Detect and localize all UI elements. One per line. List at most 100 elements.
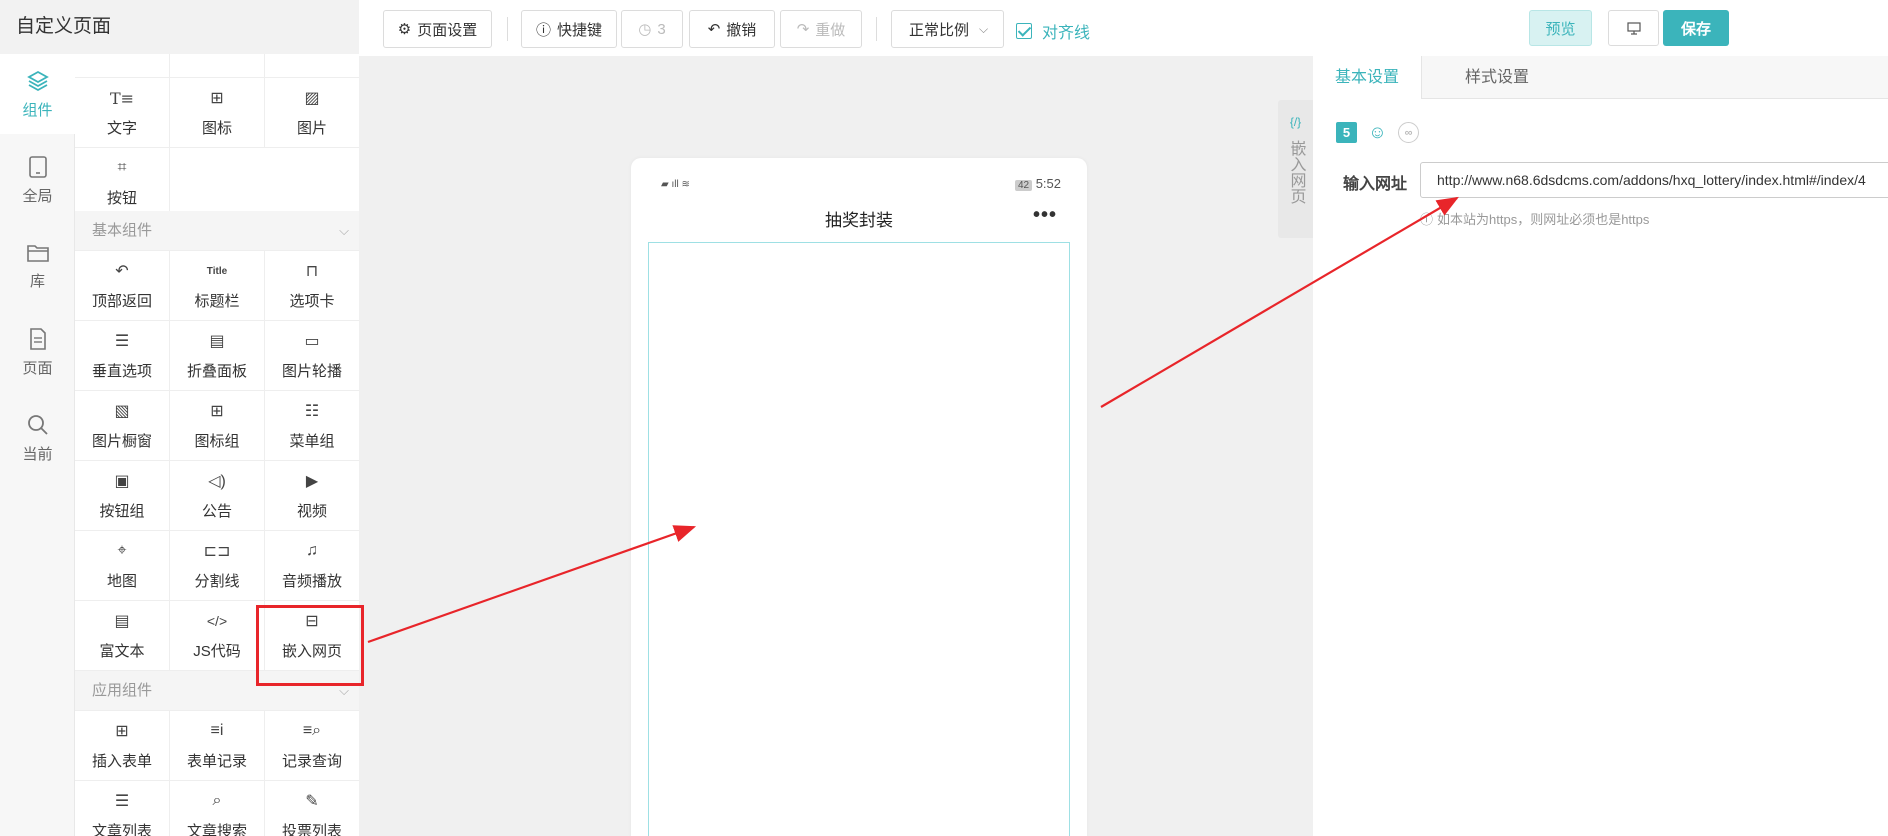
tab-basic-settings[interactable]: 基本设置 [1313,56,1423,99]
component-article-search[interactable]: ⌕ 文章搜索 [170,781,265,836]
component-video[interactable]: ▶ 视频 [265,461,359,531]
divider-icon: ⊏⊐ [203,543,231,560]
component-top-back[interactable]: ↶ 顶部返回 [75,251,170,321]
image-icon: ▨ [304,90,320,107]
component-js-code[interactable]: </> JS代码 [170,601,265,671]
richtext-icon: ▤ [114,613,130,630]
component-label: 图标组 [194,433,240,450]
component-icon-group[interactable]: ⊞ 图标组 [170,391,265,461]
section-basic-components[interactable]: 基本组件 ⌵ [75,211,359,251]
embed-mode-icons: 5 ☺ ∞ [1336,122,1419,143]
page-settings-button[interactable]: ⚙ 页面设置 [383,10,492,48]
component-article-list[interactable]: ☰ 文章列表 [75,781,170,836]
html5-icon[interactable]: 5 [1336,122,1357,143]
title-icon: Title [206,265,228,277]
more-icon[interactable]: ••• [1033,204,1057,227]
component-button[interactable]: ⌗ 按钮 [75,148,170,218]
folder-icon [26,244,49,262]
component-label: 投票列表 [281,823,342,836]
top-toolbar: 自定义页面 ⚙ 页面设置 ⓘ 快捷键 ◷ 3 ↶ 撤销 ↷ 重做 正常比例 ⌵ … [0,0,1888,56]
layers-icon [26,70,49,91]
chevron-down-icon: ⌵ [979,21,989,36]
component-label: 记录查询 [281,753,342,770]
code-icon: </> [206,613,228,629]
component-record-query[interactable]: ≡⌕ 记录查询 [265,711,359,781]
component-label: 顶部返回 [91,293,152,310]
rail-item-current[interactable]: 当前 [0,398,75,478]
redo-button[interactable]: ↷ 重做 [780,10,862,48]
component-rich-text[interactable]: ▤ 富文本 [75,601,170,671]
rail-item-components[interactable]: 组件 [0,54,75,134]
left-rail: 组件 全局 库 页面 当前 [0,54,75,836]
component-cell-partial[interactable] [265,54,359,78]
component-label: 公告 [201,503,232,520]
rail-item-pages[interactable]: 页面 [0,312,75,392]
form-add-icon: ⊞ [115,723,129,740]
align-lines-toggle[interactable]: 对齐线 [1016,19,1090,43]
section-label: 基本组件 [92,222,153,239]
undo-button[interactable]: ↶ 撤销 [689,10,775,48]
save-button[interactable]: 保存 [1663,10,1729,46]
device-toggle-button[interactable] [1608,10,1659,46]
ratio-select[interactable]: 正常比例 ⌵ [891,10,1004,48]
wechat-icon[interactable]: ☺ [1367,122,1388,143]
component-label: 视频 [296,503,327,520]
url-input[interactable]: http://www.n68.6dsdcms.com/addons/hxq_lo… [1420,162,1888,198]
component-map[interactable]: ⌖ 地图 [75,531,170,601]
shortcuts-button[interactable]: ⓘ 快捷键 [521,10,617,48]
link-icon[interactable]: ∞ [1398,122,1419,143]
speaker-icon: ◁) [208,473,226,490]
history-button[interactable]: ◷ 3 [621,10,683,48]
component-audio[interactable]: ♫ 音频播放 [265,531,359,601]
align-lines-checkbox[interactable] [1016,23,1032,39]
component-cell-partial[interactable] [75,54,170,78]
component-carousel[interactable]: ▭ 图片轮播 [265,321,359,391]
back-icon: ↶ [115,263,129,280]
component-label: 按钮组 [99,503,145,520]
music-icon: ♫ [306,542,318,559]
component-label: 图标 [201,120,232,137]
component-menu-group[interactable]: ☷ 菜单组 [265,391,359,461]
info-icon: ⓘ [535,21,551,39]
hint-text: 如本站为https，则网址必须也是https [1437,212,1650,227]
url-hint: ⓘ 如本站为https，则网址必须也是https [1420,209,1649,228]
button-group-icon: ▣ [114,473,130,490]
search-icon [27,414,48,435]
component-button-group[interactable]: ▣ 按钮组 [75,461,170,531]
component-label: 图片轮播 [281,363,342,380]
component-title-bar[interactable]: Title 标题栏 [170,251,265,321]
tab-style-settings[interactable]: 样式设置 [1443,56,1551,99]
component-tabs[interactable]: ⊓ 选项卡 [265,251,359,321]
component-label: 菜单组 [289,433,335,450]
settings-panel: 基本设置 样式设置 5 ☺ ∞ 输入网址 http://www.n68.6dsd… [1313,56,1888,836]
collapse-icon: ▤ [209,333,225,350]
preview-button[interactable]: 预览 [1529,10,1592,46]
rail-item-library[interactable]: 库 [0,226,75,306]
component-form-records[interactable]: ≡i 表单记录 [170,711,265,781]
undo-label: 撤销 [726,21,757,39]
component-collapse-panel[interactable]: ▤ 折叠面板 [170,321,265,391]
component-cell-partial[interactable] [170,54,265,78]
component-divider[interactable]: ⊏⊐ 分割线 [170,531,265,601]
component-vertical-options[interactable]: ☰ 垂直选项 [75,321,170,391]
component-icon[interactable]: ⊞ 图标 [170,78,265,148]
rail-item-global[interactable]: 全局 [0,140,75,220]
code-icon: {/} [1289,115,1302,129]
redo-icon: ↷ [796,21,810,38]
side-tab-label: 嵌入网页 [1287,140,1305,204]
component-label: JS代码 [193,643,241,660]
gear-icon: ⚙ [397,21,412,38]
rail-label: 页面 [22,359,53,377]
component-notice[interactable]: ◁) 公告 [170,461,265,531]
component-text[interactable]: T≡ 文字 [75,78,170,148]
component-vote-list[interactable]: ✎ 投票列表 [265,781,359,836]
component-image[interactable]: ▨ 图片 [265,78,359,148]
component-label: 折叠面板 [186,363,247,380]
embed-webpage-area[interactable] [648,242,1070,836]
tablet-icon [28,155,47,178]
menu-icon: ☷ [304,403,320,420]
component-insert-form[interactable]: ⊞ 插入表单 [75,711,170,781]
selected-component-tab[interactable]: {/} 嵌入网页 [1278,100,1313,238]
app-title: 自定义页面 [0,0,359,54]
component-gallery[interactable]: ▧ 图片橱窗 [75,391,170,461]
